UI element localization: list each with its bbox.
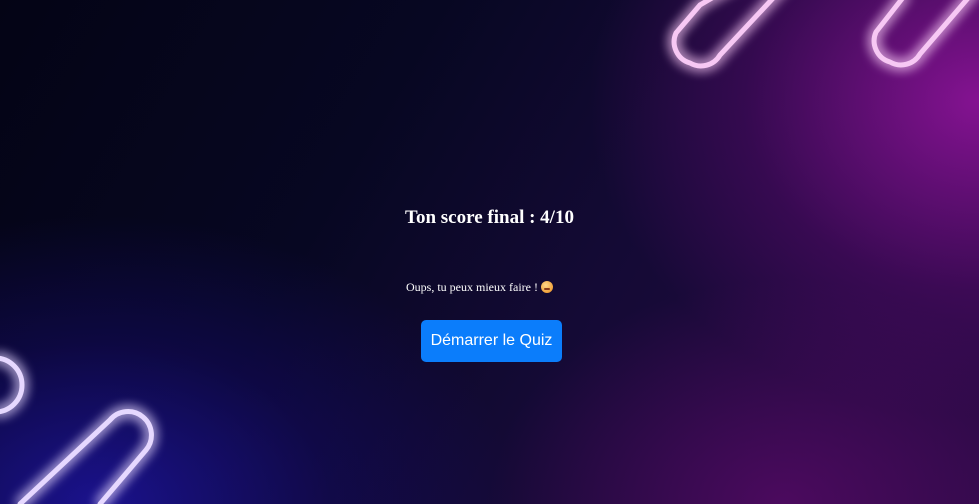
flushed-face-emoji-icon [540,281,553,293]
result-message-text: Oups, tu peux mieux faire ! [406,280,538,294]
quiz-result-screen: Ton score final : 4/10 Oups, tu peux mie… [0,0,979,504]
result-message: Oups, tu peux mieux faire ! [406,280,553,295]
start-quiz-button[interactable]: Démarrer le Quiz [421,320,562,362]
final-score-heading: Ton score final : 4/10 [405,207,574,228]
